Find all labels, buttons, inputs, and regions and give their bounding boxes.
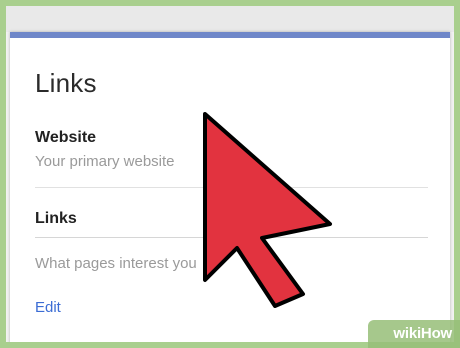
links-label: Links xyxy=(35,210,77,227)
watermark: wikiHow xyxy=(368,320,460,348)
links-card: Links Website Your primary website Links… xyxy=(10,32,450,342)
card-title: Links xyxy=(35,68,97,98)
divider xyxy=(35,237,428,238)
edit-link[interactable]: Edit xyxy=(35,299,61,316)
links-placeholder: What pages interest you xyxy=(35,255,197,272)
watermark-text: wikiHow xyxy=(393,325,452,342)
divider xyxy=(35,187,428,188)
website-placeholder: Your primary website xyxy=(35,153,175,170)
top-strip xyxy=(6,6,454,32)
website-label: Website xyxy=(35,129,97,146)
browser-frame: Links Website Your primary website Links… xyxy=(6,6,454,342)
